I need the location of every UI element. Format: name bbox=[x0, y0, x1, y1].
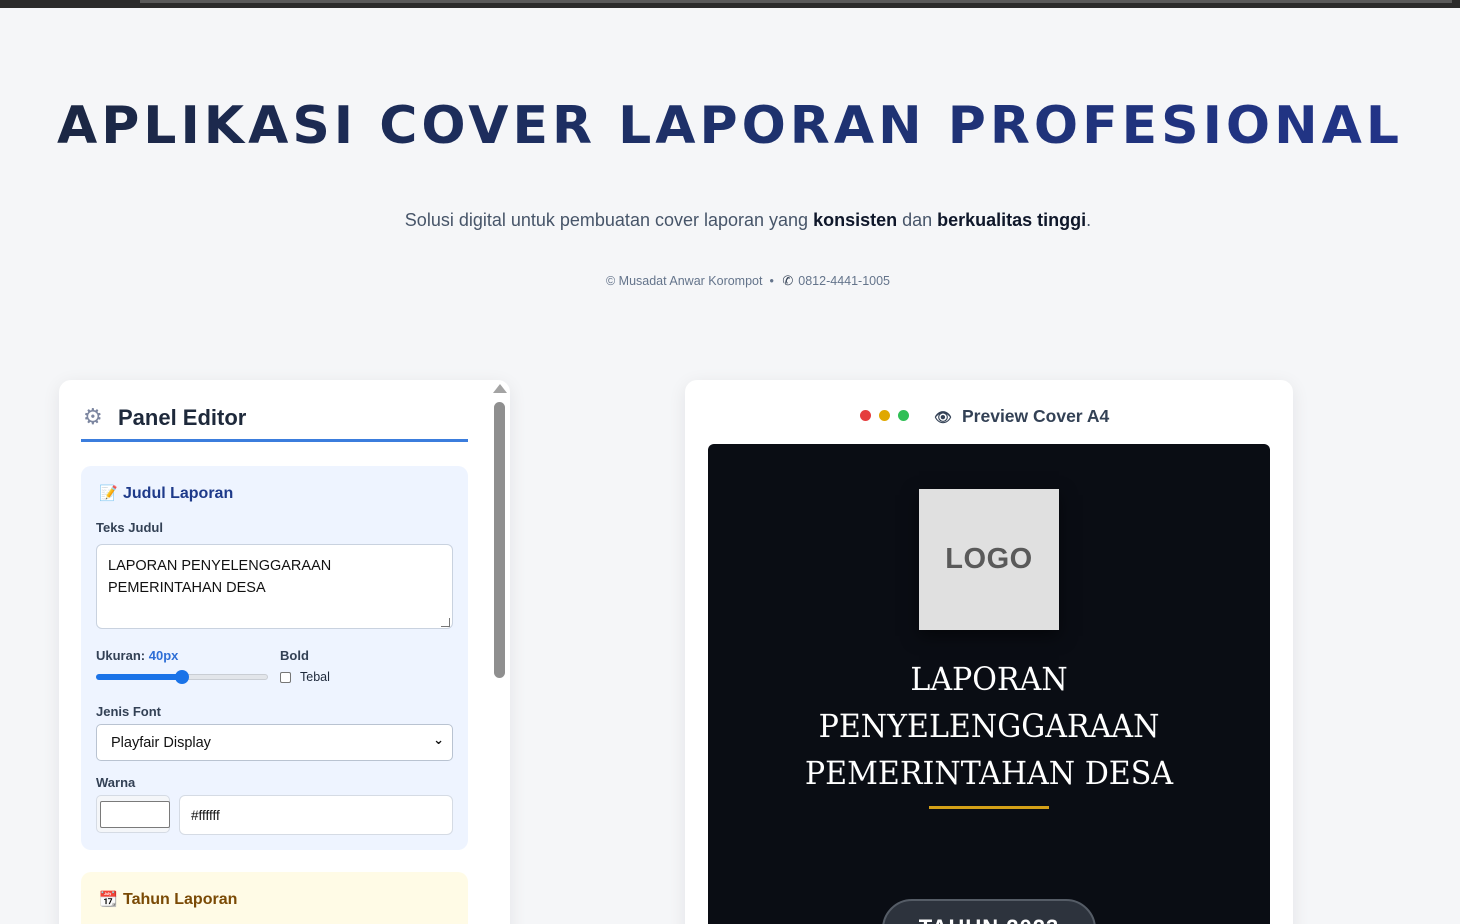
phone-icon: ✆ bbox=[782, 273, 794, 288]
window-dot-yellow bbox=[879, 410, 890, 421]
browser-top-bar bbox=[0, 0, 1460, 8]
textarea-resize-handle[interactable] bbox=[441, 618, 450, 627]
size-slider[interactable] bbox=[96, 670, 268, 684]
bold-checkbox-label[interactable]: Tebal bbox=[300, 670, 330, 684]
credit-line: © Musadat Anwar Korompot • ✆ 0812-4441-1… bbox=[0, 273, 1460, 289]
credit-phone: 0812-4441-1005 bbox=[798, 274, 891, 288]
page-subtitle: Solusi digital untuk pembuatan cover lap… bbox=[404, 210, 1092, 230]
size-slider-thumb[interactable] bbox=[175, 670, 189, 684]
page-title: APLIKASI COVER LAPORAN PROFESIONAL bbox=[0, 96, 1460, 156]
scroll-thumb[interactable] bbox=[494, 402, 505, 678]
scroll-up-arrow[interactable] bbox=[493, 384, 507, 393]
editor-scrollbar[interactable] bbox=[491, 384, 509, 924]
window-dot-red bbox=[860, 410, 871, 421]
cover-year-badge: TAHUN 2023 bbox=[882, 899, 1096, 924]
font-select[interactable]: Playfair Display ⌄ bbox=[96, 724, 453, 761]
color-swatch[interactable] bbox=[100, 801, 170, 828]
cover-title: LAPORAN PENYELENGGARAAN PEMERINTAHAN DES… bbox=[804, 660, 1174, 792]
cover-divider bbox=[929, 806, 1049, 809]
gear-icon: ⚙ bbox=[83, 404, 103, 429]
color-hex-input[interactable]: #ffffff bbox=[179, 795, 453, 835]
eye-icon: 👁 bbox=[934, 409, 952, 425]
editor-panel: ⚙ Panel Editor 📝 Judul Laporan Teks Judul… bbox=[59, 380, 510, 924]
preview-title: 👁 Preview Cover A4 bbox=[934, 406, 1110, 426]
size-slider-fill bbox=[96, 674, 182, 680]
a4-cover-preview: LOGO LAPORAN PENYELENGGARAAN PEMERINTAHA… bbox=[708, 444, 1270, 924]
chevron-down-icon: ⌄ bbox=[433, 732, 444, 747]
title-settings-card: 📝 Judul Laporan Teks Judul LAPORAN PENYEL… bbox=[81, 466, 468, 850]
size-label: Ukuran: 40px bbox=[96, 648, 179, 663]
font-label: Jenis Font bbox=[96, 704, 162, 719]
size-value: 40px bbox=[148, 648, 179, 663]
bold-label: Bold bbox=[280, 648, 309, 663]
title-text-input[interactable]: LAPORAN PENYELENGGARAAN PEMERINTAHAN DES… bbox=[96, 544, 453, 629]
cover-logo[interactable]: LOGO bbox=[919, 489, 1059, 630]
credit-author: © Musadat Anwar Korompot bbox=[605, 274, 763, 288]
credit-separator: • bbox=[769, 274, 774, 288]
memo-icon: 📝 bbox=[99, 485, 118, 502]
calendar-icon: 📆 bbox=[99, 891, 118, 908]
editor-panel-title: Panel Editor bbox=[118, 405, 247, 430]
editor-panel-header: ⚙ Panel Editor bbox=[81, 404, 468, 442]
year-settings-heading: 📆 Tahun Laporan bbox=[99, 891, 238, 908]
color-picker[interactable] bbox=[96, 795, 170, 833]
color-label: Warna bbox=[96, 775, 136, 790]
window-dot-green bbox=[898, 410, 909, 421]
bold-checkbox[interactable] bbox=[280, 672, 291, 683]
font-select-value: Playfair Display bbox=[111, 735, 211, 751]
year-settings-card: 📆 Tahun Laporan bbox=[81, 872, 468, 924]
preview-panel: 👁 Preview Cover A4 LOGO LAPORAN PENYELENG… bbox=[685, 380, 1293, 924]
title-text-label: Teks Judul bbox=[96, 520, 163, 535]
title-settings-heading: 📝 Judul Laporan bbox=[99, 485, 234, 502]
